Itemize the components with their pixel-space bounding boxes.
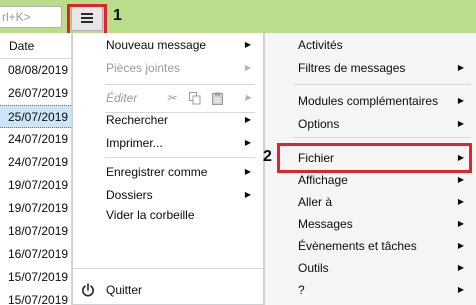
callout-number-2: 2 <box>263 148 272 165</box>
chevron-right-icon: ▶ <box>244 138 251 147</box>
chevron-right-icon: ▶ <box>457 119 464 128</box>
menu-item-search[interactable]: Rechercher ▶ <box>73 108 263 132</box>
menu-item-label: Dossiers <box>106 188 153 202</box>
menu-item-tools[interactable]: Outils ▶ <box>265 256 476 280</box>
menu-item-label: Pièces jointes <box>106 61 181 75</box>
menu-item-label: Options <box>298 117 340 131</box>
menu-separator <box>105 84 255 85</box>
copy-icon[interactable] <box>188 91 201 105</box>
highlight-box-menu-button <box>67 4 107 36</box>
table-row[interactable]: 19/07/2019 <box>0 197 71 220</box>
table-row[interactable]: 18/07/2019 <box>0 220 71 243</box>
message-list: Date 08/08/2019 26/07/2019 25/07/2019 24… <box>0 33 72 305</box>
menu-item-label: Outils <box>298 261 329 275</box>
menu-item-label: Quitter <box>106 283 143 297</box>
menu-item-label: Évènements et tâches <box>298 239 417 253</box>
menu-item-messages[interactable]: Messages ▶ <box>265 212 476 236</box>
chevron-right-icon: ▶ <box>457 197 464 206</box>
chevron-right-icon: ▶ <box>457 285 464 294</box>
chevron-right-icon: ▶ <box>244 63 251 72</box>
table-row[interactable]: 24/07/2019 <box>0 128 71 151</box>
menu-item-quit[interactable]: Quitter <box>73 278 263 302</box>
chevron-right-icon: ▶ <box>244 115 251 124</box>
menu-item-label: Affichage <box>298 173 348 187</box>
menu-item-options[interactable]: Options ▶ <box>265 112 476 136</box>
menu-item-label: Nouveau message <box>106 38 207 52</box>
chevron-right-icon: ▶ <box>457 63 464 72</box>
menu-item-label: Vider la corbeille <box>106 208 195 222</box>
menu-item-label: Éditer <box>106 91 138 105</box>
chevron-right-icon: ▶ <box>457 241 464 250</box>
menu-item-help[interactable]: ? ▶ <box>265 278 476 302</box>
menu-item-activities[interactable]: Activités <box>265 33 476 57</box>
menu-item-events-tasks[interactable]: Évènements et tâches ▶ <box>265 234 476 258</box>
menu-item-save-as[interactable]: Enregistrer comme ▶ <box>73 160 263 184</box>
menu-item-print[interactable]: Imprimer... ▶ <box>73 131 263 155</box>
menu-item-label: Aller à <box>298 195 333 209</box>
table-row[interactable]: 16/07/2019 <box>0 243 71 266</box>
chevron-right-icon: ▶ <box>244 167 251 176</box>
column-header-date[interactable]: Date <box>0 33 71 59</box>
scissors-icon[interactable]: ✂ <box>165 91 178 105</box>
menu-item-new-message[interactable]: Nouveau message ▶ <box>73 33 263 57</box>
chevron-right-icon: ▶ <box>457 219 464 228</box>
menu-item-label: Modules complémentaires <box>298 94 439 108</box>
edit-icon-group: ✂ <box>165 86 224 110</box>
paste-icon[interactable] <box>211 92 224 105</box>
menu-item-label: Enregistrer comme <box>106 165 208 179</box>
table-row[interactable]: 15/07/2019 <box>0 266 71 289</box>
highlight-box-file-item <box>277 143 472 173</box>
menu-separator <box>73 268 263 269</box>
chevron-right-icon: ▶ <box>457 263 464 272</box>
table-row-selected[interactable]: 25/07/2019 <box>0 105 71 128</box>
menu-item-label: Rechercher <box>106 113 169 127</box>
table-row[interactable]: 24/07/2019 <box>0 151 71 174</box>
menu-item-label: Activités <box>298 38 343 52</box>
table-row[interactable]: 15/07/2019 <box>0 289 71 305</box>
power-icon <box>82 283 94 297</box>
search-input[interactable]: rl+K> <box>0 6 62 28</box>
menu-item-addons[interactable]: Modules complémentaires ▶ <box>265 89 476 113</box>
menu-separator <box>293 137 471 138</box>
menu-separator <box>105 157 255 158</box>
chevron-right-icon: ▶ <box>244 93 251 102</box>
menu-item-label: Imprimer... <box>106 136 163 150</box>
table-row[interactable]: 26/07/2019 <box>0 82 71 105</box>
menu-item-attachments[interactable]: Pièces jointes ▶ <box>73 56 263 80</box>
app-menu-panel: Nouveau message ▶ Pièces jointes ▶ Édite… <box>72 33 264 305</box>
chevron-right-icon: ▶ <box>457 96 464 105</box>
table-row[interactable]: 19/07/2019 <box>0 174 71 197</box>
menu-item-empty-trash[interactable]: Vider la corbeille <box>73 203 263 227</box>
menu-item-label: Messages <box>298 217 353 231</box>
chevron-right-icon: ▶ <box>244 40 251 49</box>
menu-item-go[interactable]: Aller à ▶ <box>265 190 476 214</box>
menu-separator <box>293 84 471 85</box>
menu-item-edit[interactable]: Éditer ✂ ▶ <box>73 86 263 110</box>
menu-item-message-filters[interactable]: Filtres de messages ▶ <box>265 56 476 80</box>
menu-item-label: Filtres de messages <box>298 61 406 75</box>
menu-item-label: ? <box>298 283 305 297</box>
callout-number-1: 1 <box>113 7 122 24</box>
table-row[interactable]: 08/08/2019 <box>0 59 71 82</box>
